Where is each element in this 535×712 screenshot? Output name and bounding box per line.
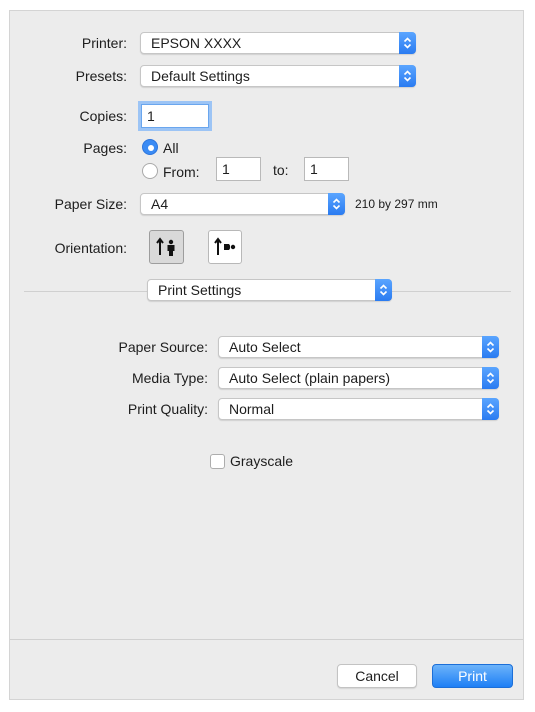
print-settings-panel-popup[interactable]: Print Settings xyxy=(147,279,392,301)
portrait-person-icon xyxy=(155,237,174,256)
pages-from-radio[interactable] xyxy=(142,163,158,179)
landscape-person-icon xyxy=(214,237,236,255)
up-down-arrows-icon xyxy=(399,32,416,54)
orientation-label: Orientation: xyxy=(54,240,127,256)
paper-source-label: Paper Source: xyxy=(118,339,209,355)
up-down-arrows-icon xyxy=(328,193,345,215)
paper-size-value: A4 xyxy=(151,196,169,212)
up-down-arrows-icon xyxy=(482,398,499,420)
print-button[interactable]: Print xyxy=(432,664,513,688)
print-quality-popup[interactable]: Normal xyxy=(218,398,499,420)
printer-popup[interactable]: EPSON XXXX xyxy=(140,32,416,54)
up-down-arrows-icon xyxy=(482,367,499,389)
panel-menu-value: Print Settings xyxy=(158,282,242,298)
paper-size-label: Paper Size: xyxy=(54,196,127,212)
pages-all-radio[interactable] xyxy=(142,139,158,155)
copies-label: Copies: xyxy=(79,108,127,124)
paper-size-popup[interactable]: A4 xyxy=(140,193,345,215)
portrait-orientation-button[interactable] xyxy=(149,230,184,264)
paper-source-value: Auto Select xyxy=(229,339,301,355)
print-quality-value: Normal xyxy=(229,401,275,417)
landscape-orientation-button[interactable] xyxy=(208,230,242,264)
print-quality-label: Print Quality: xyxy=(127,401,208,417)
pages-from-field[interactable]: 1 xyxy=(216,157,261,181)
pages-all-label: All xyxy=(163,140,179,156)
up-down-arrows-icon xyxy=(482,336,499,358)
presets-label: Presets: xyxy=(75,68,127,84)
print-dialog: Printer: EPSON XXXX Presets: Default Set… xyxy=(9,10,524,700)
media-type-label: Media Type: xyxy=(131,370,208,386)
printer-value: EPSON XXXX xyxy=(151,35,242,51)
footer-divider xyxy=(10,639,523,640)
printer-label: Printer: xyxy=(81,35,127,51)
up-down-arrows-icon xyxy=(375,279,392,301)
pages-to-field[interactable]: 1 xyxy=(304,157,349,181)
copies-field[interactable]: 1 xyxy=(141,104,209,128)
media-type-popup[interactable]: Auto Select (plain papers) xyxy=(218,367,499,389)
paper-source-popup[interactable]: Auto Select xyxy=(218,336,499,358)
paper-size-dimensions: 210 by 297 mm xyxy=(355,197,438,211)
presets-value: Default Settings xyxy=(151,68,250,84)
up-down-arrows-icon xyxy=(399,65,416,87)
pages-label: Pages: xyxy=(83,140,127,156)
grayscale-checkbox[interactable] xyxy=(210,454,225,469)
pages-from-label: From: xyxy=(163,164,200,180)
grayscale-label: Grayscale xyxy=(230,453,294,469)
presets-popup[interactable]: Default Settings xyxy=(140,65,416,87)
media-type-value: Auto Select (plain papers) xyxy=(229,370,391,386)
pages-to-label: to: xyxy=(273,162,289,178)
cancel-button[interactable]: Cancel xyxy=(337,664,417,688)
